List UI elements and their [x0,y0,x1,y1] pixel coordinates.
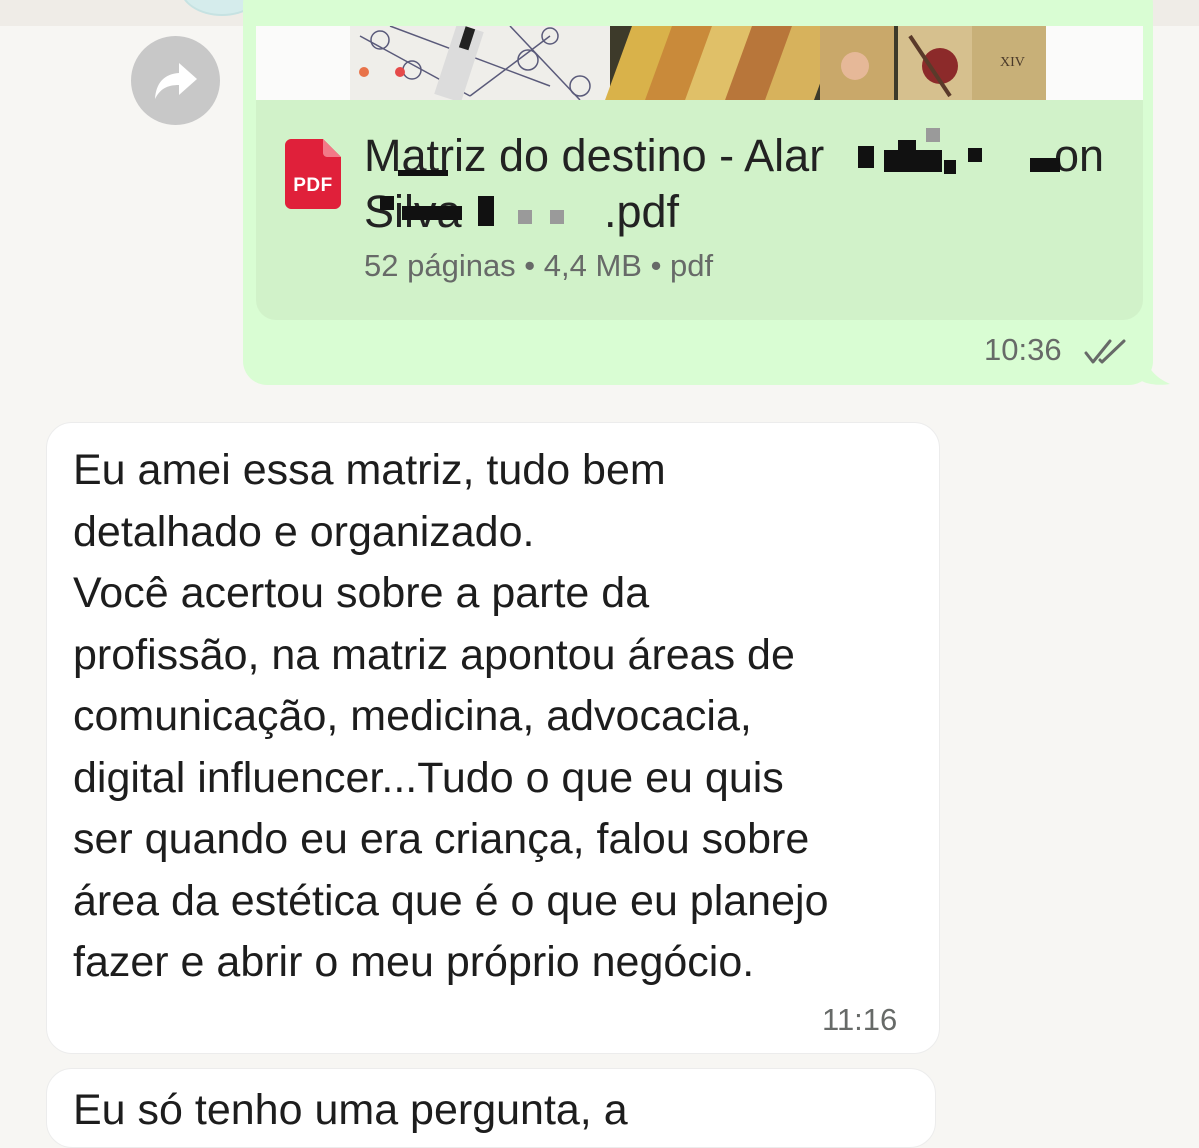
message-timestamp: 11:16 [822,1002,898,1037]
pdf-icon-label: PDF [293,175,333,196]
filename-part: on [1054,130,1105,181]
redaction-mark [858,146,874,168]
document-preview-image[interactable]: XIV [256,26,1143,100]
message-line: Você acertou sobre a parte da [73,569,650,617]
read-double-check-icon [1084,339,1126,364]
redaction-mark [398,170,448,176]
message-line: Eu amei essa matriz, tudo bem [73,446,666,494]
redaction-mark [926,128,940,142]
message-line: digital influencer...Tudo o que eu quis [73,753,784,802]
message-text: Eu amei essa matriz, tudo bem detalhado … [73,440,923,994]
message-line: ser quando eu era criança, falou sobre [73,815,810,863]
message-line: área da estética que é o que eu planejo [73,876,829,925]
preview-artwork: XIV [350,26,1046,100]
message-line: fazer e abrir o meu próprio negócio. [73,938,755,986]
pdf-file-icon [285,139,341,209]
redaction-mark [518,210,532,224]
svg-text:XIV: XIV [1000,55,1025,70]
message-text-partial: Eu só tenho uma pergunta, a [73,1086,628,1134]
redaction-mark [1030,158,1060,172]
redaction-mark [380,196,394,210]
message-timestamp: 10:36 [984,332,1062,367]
message-line: comunicação, medicina, advocacia, [73,692,752,740]
redaction-mark [550,210,564,224]
redaction-mark [968,148,982,162]
filename-part: .pdf [604,186,680,237]
forward-arrow-icon [154,62,197,99]
redaction-mark [478,196,494,226]
forward-button[interactable] [131,36,220,125]
message-line: detalhado e organizado. [73,507,535,556]
redaction-mark [944,160,956,174]
redaction-mark [898,140,916,156]
document-meta: 52 páginas • 4,4 MB • pdf [364,248,714,283]
bubble-tail [1140,340,1170,385]
message-line: profissão, na matriz apontou áreas de [73,630,795,679]
redaction-mark [402,206,462,220]
